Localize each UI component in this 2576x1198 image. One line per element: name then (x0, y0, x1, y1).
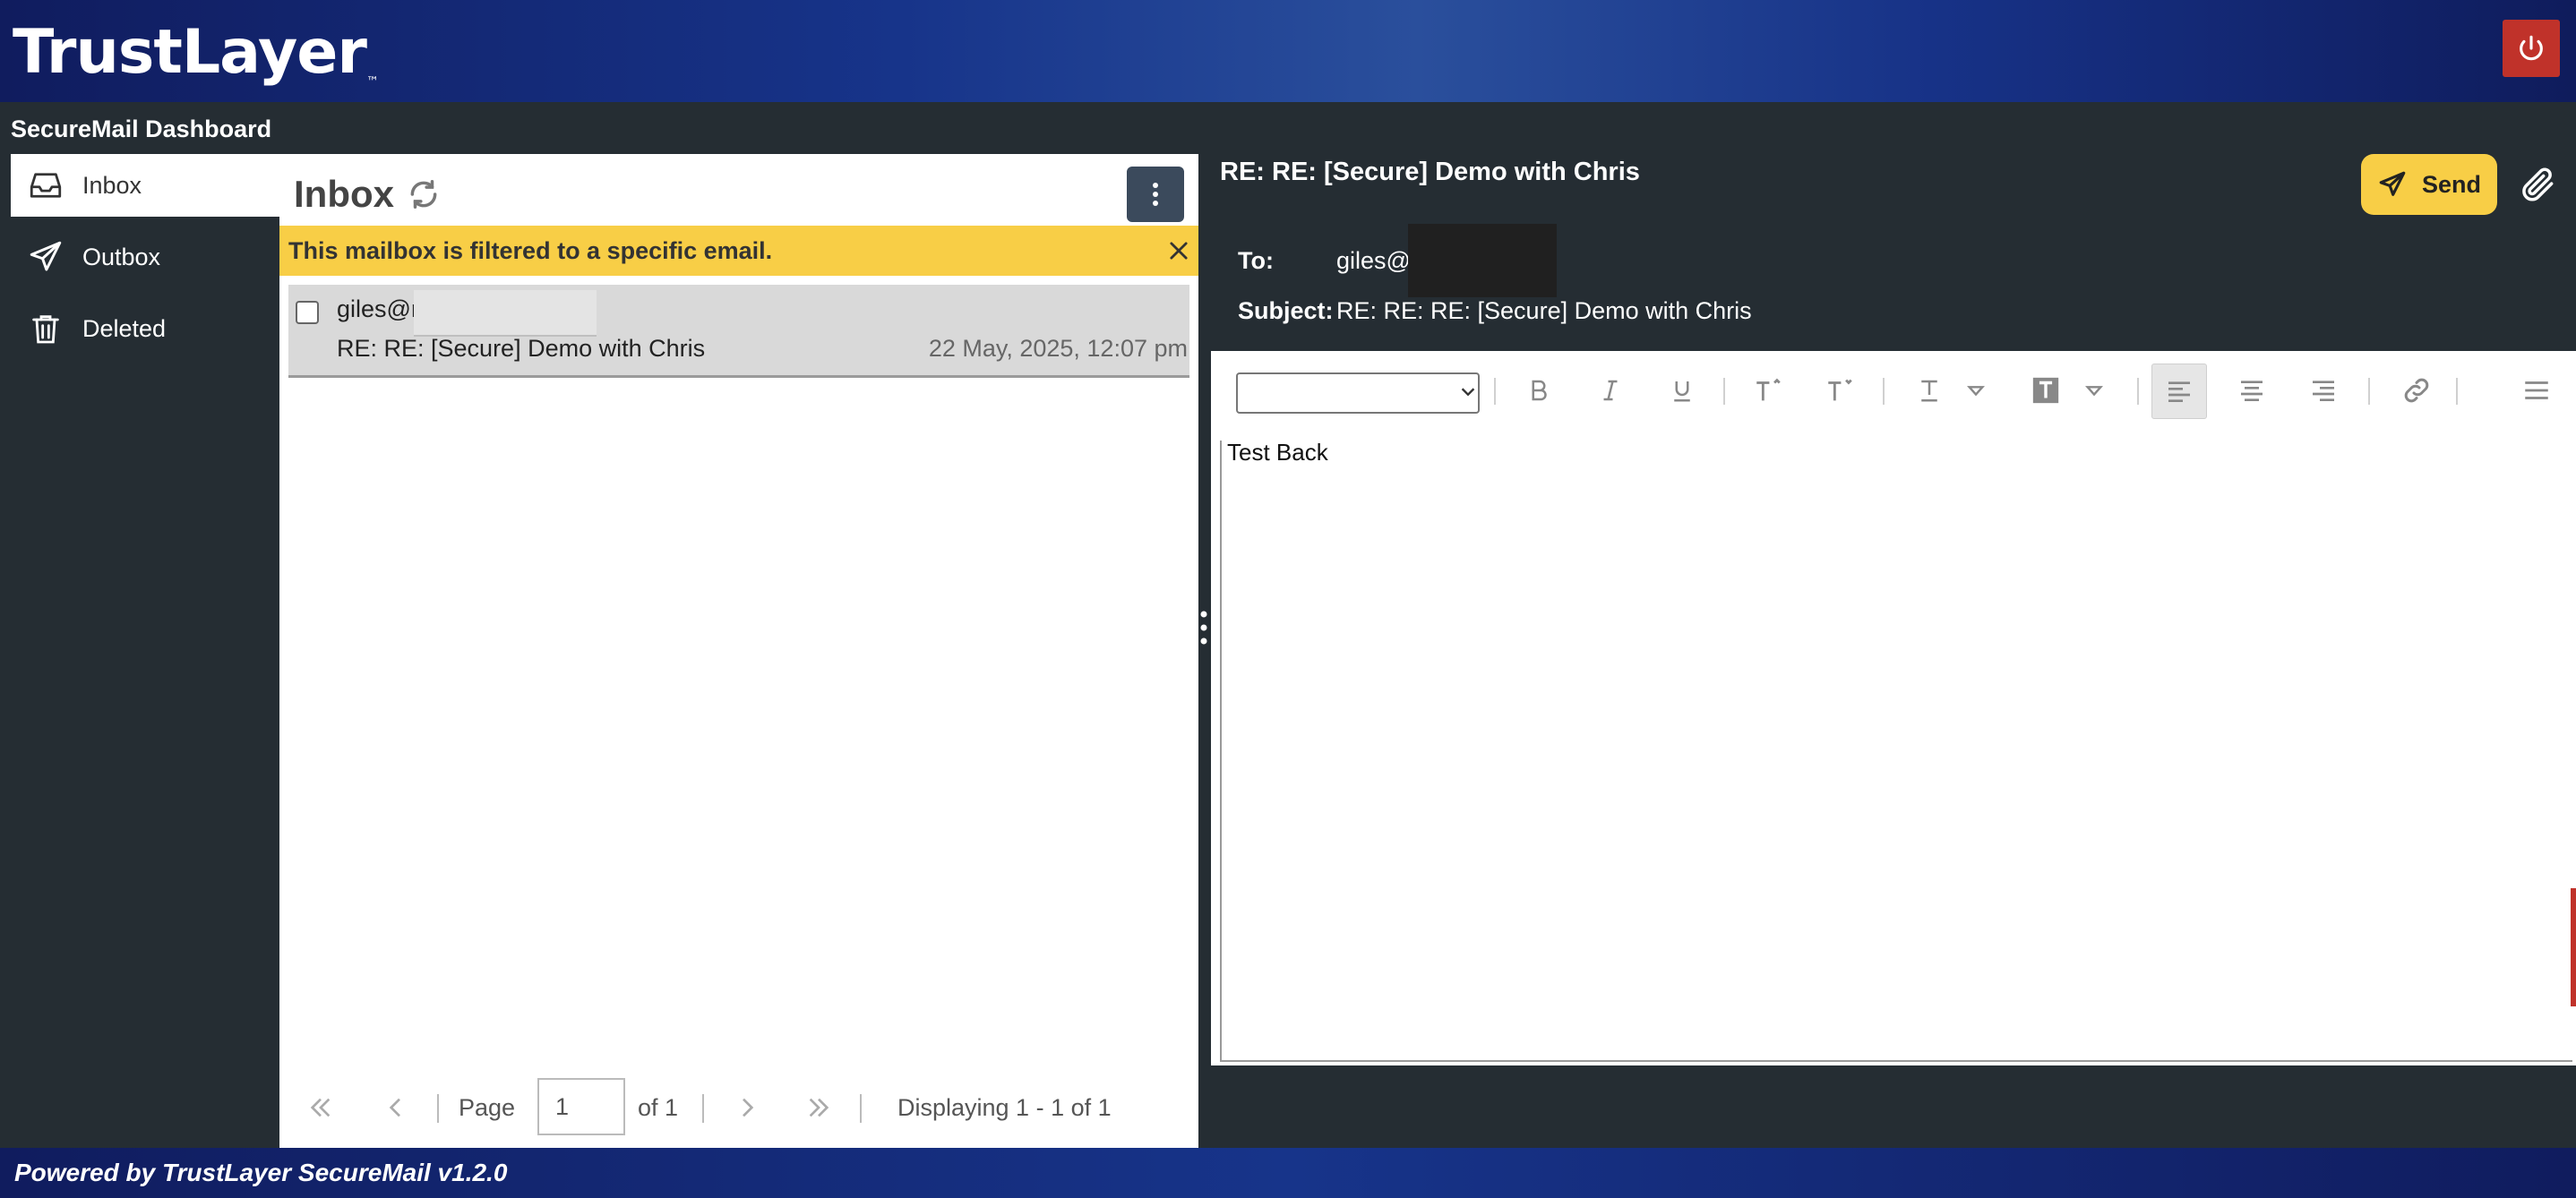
superscript-icon[interactable] (1748, 371, 1788, 410)
text-color-icon[interactable] (1910, 371, 1949, 410)
trash-icon (25, 308, 66, 349)
first-page-icon[interactable] (306, 1092, 335, 1123)
page-count: of 1 (638, 1093, 679, 1121)
sidebar-item-label: Inbox (82, 171, 142, 199)
kebab-icon (1153, 183, 1158, 206)
scroll-marker (2571, 888, 2576, 1006)
underline-icon[interactable] (1662, 371, 1702, 410)
align-right-icon[interactable] (2304, 371, 2343, 410)
caret-down-icon[interactable] (1956, 371, 1996, 410)
editor-content-area[interactable] (1220, 441, 2572, 1062)
align-left-icon[interactable] (2151, 364, 2207, 419)
sidebar-item-deleted[interactable]: Deleted (11, 297, 279, 360)
send-button[interactable]: Send (2361, 154, 2497, 215)
message-editor: Test Back (1211, 351, 2576, 1065)
send-label: Send (2421, 170, 2481, 198)
display-count: Displaying 1 - 1 of 1 (897, 1093, 1112, 1121)
more-menu-icon[interactable] (2517, 371, 2556, 410)
page-number-input[interactable]: 1 (537, 1078, 625, 1135)
message-checkbox[interactable] (296, 301, 319, 324)
toolbar-divider (2137, 378, 2139, 405)
toolbar-divider (2368, 378, 2370, 405)
pager-divider (702, 1094, 704, 1123)
drag-handle-icon[interactable] (1199, 609, 1208, 646)
pagination-bar: Page 1 of 1 Displaying 1 - 1 of 1 (279, 1076, 1198, 1139)
prev-page-icon[interactable] (382, 1092, 410, 1123)
font-select[interactable] (1236, 372, 1480, 414)
pager-divider (437, 1094, 439, 1123)
power-icon (2520, 35, 2543, 61)
close-icon[interactable] (1166, 238, 1191, 263)
link-icon[interactable] (2397, 371, 2436, 410)
logout-button[interactable] (2503, 20, 2560, 77)
sidebar-nav: Inbox Outbox Deleted (0, 154, 279, 1148)
message-body-text[interactable]: Test Back (1227, 439, 1328, 466)
app-header: TrustLayer™ (0, 0, 2576, 102)
sidebar-item-inbox[interactable]: Inbox (11, 154, 279, 217)
toolbar-divider (1883, 378, 1885, 405)
refresh-icon[interactable] (407, 177, 441, 211)
trustlayer-logo: TrustLayer™ (13, 17, 379, 90)
to-field[interactable]: giles@ (1336, 247, 1411, 275)
subject-field[interactable]: RE: RE: RE: [Secure] Demo with Chris (1336, 297, 1752, 325)
inbox-panel: Inbox This mailbox is filtered to a spec… (279, 154, 1198, 1148)
bold-icon[interactable] (1519, 371, 1558, 410)
paperclip-icon[interactable] (2519, 165, 2558, 204)
redaction-block (414, 290, 597, 337)
filter-banner-text: This mailbox is filtered to a specific e… (288, 237, 773, 264)
sidebar-item-label: Outbox (82, 243, 161, 270)
sidebar-item-outbox[interactable]: Outbox (11, 226, 279, 288)
toolbar-divider (1494, 378, 1496, 405)
inbox-icon (25, 165, 66, 206)
inbox-heading: Inbox (294, 173, 394, 215)
pager-divider (860, 1094, 862, 1123)
editor-toolbar (1211, 351, 2576, 432)
more-options-button[interactable] (1127, 167, 1184, 222)
message-subject: RE: RE: [Secure] Demo with Chris (337, 335, 706, 362)
next-page-icon[interactable] (733, 1092, 761, 1123)
compose-title: RE: RE: [Secure] Demo with Chris (1220, 158, 1640, 186)
send-icon (25, 236, 66, 278)
dashboard-title: SecureMail Dashboard (11, 116, 272, 142)
sidebar-item-label: Deleted (82, 314, 167, 342)
caret-down-icon[interactable] (2074, 371, 2114, 410)
italic-icon[interactable] (1591, 371, 1630, 410)
chevron-down-icon (1458, 381, 1478, 401)
message-sender: giles@r (337, 295, 419, 322)
align-center-icon[interactable] (2232, 371, 2271, 410)
page-label: Page (459, 1093, 516, 1121)
to-label: To: (1238, 247, 1274, 274)
toolbar-divider (2456, 378, 2458, 405)
message-row[interactable]: giles@r RE: RE: [Secure] Demo with Chris… (288, 285, 1189, 378)
filter-banner: This mailbox is filtered to a specific e… (279, 226, 1198, 276)
message-date: 22 May, 2025, 12:07 pm (928, 335, 1188, 362)
toolbar-divider (1723, 378, 1725, 405)
highlight-icon[interactable] (2026, 371, 2065, 410)
send-icon (2379, 171, 2406, 196)
subscript-icon[interactable] (1820, 371, 1859, 410)
subject-label: Subject: (1238, 297, 1334, 324)
redaction-block (1408, 224, 1557, 297)
last-page-icon[interactable] (804, 1092, 833, 1123)
app-footer: Powered by TrustLayer SecureMail v1.2.0 (0, 1148, 2576, 1198)
footer-text: Powered by TrustLayer SecureMail v1.2.0 (14, 1159, 508, 1186)
